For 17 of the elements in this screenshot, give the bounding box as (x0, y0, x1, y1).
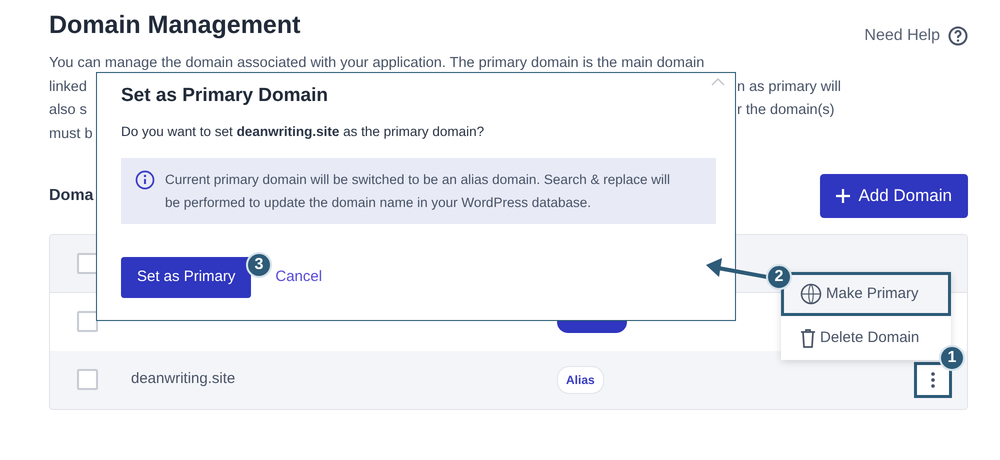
description-text: You can manage the domain associated with your application. The primary domain is the main domain (49, 54, 704, 73)
description-text: also s (49, 101, 87, 120)
section-label: Doma (49, 186, 94, 206)
description-text: n as primary will (737, 78, 841, 96)
domain-type-badge: Alias (557, 366, 604, 394)
description-text: linked (49, 78, 87, 96)
page-title: Domain Management (49, 10, 300, 40)
description-text: must b (49, 124, 93, 144)
info-text: Current primary domain will be switched to be an alias domain. Search & replace will be performed to update the domain name in your WordPress database. (165, 171, 670, 212)
add-domain-button[interactable]: Add Domain (820, 174, 968, 218)
domain-name: deanwriting.site (131, 369, 236, 390)
help-link[interactable]: Need Help (864, 24, 968, 48)
modal-question: Do you want to set deanwriting.site as the primary domain? (121, 122, 486, 141)
set-primary-button[interactable]: Set as Primary (121, 257, 252, 298)
description-text: r the domain(s) (737, 101, 835, 120)
modal-title: Set as Primary Domain (121, 85, 329, 108)
cancel-link[interactable]: Cancel (275, 266, 322, 289)
